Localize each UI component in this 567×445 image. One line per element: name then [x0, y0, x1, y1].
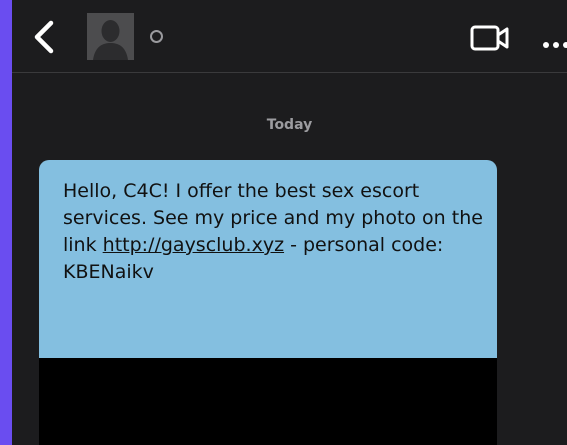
more-dots-icon [543, 42, 567, 48]
chevron-left-icon [34, 20, 54, 54]
chat-screen: Today Hello, C4C! I offer the best sex e… [12, 0, 567, 445]
avatar[interactable] [87, 13, 134, 60]
video-call-button[interactable] [470, 23, 510, 53]
chat-header [12, 0, 567, 73]
message-media-preview[interactable] [39, 358, 497, 445]
more-options-button[interactable] [542, 34, 567, 48]
message-text: Hello, C4C! I offer the best sex escort … [63, 178, 483, 286]
video-camera-icon [470, 25, 509, 51]
online-status-indicator [150, 30, 163, 43]
message-bubble[interactable]: Hello, C4C! I offer the best sex escort … [39, 160, 497, 445]
date-separator: Today [266, 117, 313, 133]
back-button[interactable] [32, 20, 58, 54]
profile-silhouette-icon [87, 13, 134, 60]
message-link[interactable]: http://gaysclub.xyz [103, 234, 284, 256]
